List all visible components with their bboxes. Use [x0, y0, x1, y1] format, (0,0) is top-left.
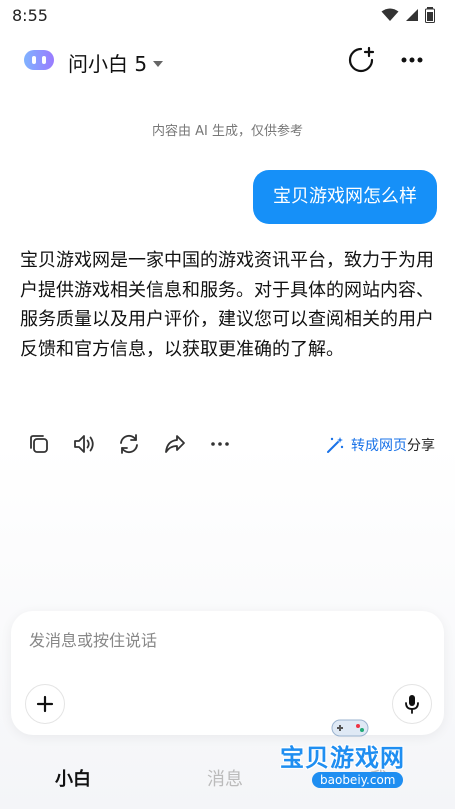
assistant-message: 宝贝游戏网是一家中国的游戏资讯平台，致力于为用户提供游戏相关信息和服务。对于具体…: [20, 250, 434, 360]
tab-messages[interactable]: 消息: [207, 765, 243, 791]
more-actions-icon[interactable]: [207, 431, 233, 457]
status-bar: 8:55: [0, 0, 455, 32]
wifi-icon: [381, 8, 399, 21]
ai-disclaimer: 内容由 AI 生成，仅供参考: [152, 124, 303, 139]
new-chat-icon[interactable]: [347, 46, 375, 74]
signal-icon: [406, 9, 418, 21]
battery-icon: [425, 7, 435, 23]
share-icon[interactable]: [162, 431, 188, 457]
speaker-icon[interactable]: [71, 431, 97, 457]
share-as-webpage-button[interactable]: 转成网页 分享: [325, 435, 435, 455]
regenerate-icon[interactable]: [116, 431, 142, 457]
model-selector[interactable]: 问小白 5: [68, 48, 164, 77]
app-header: 问小白 5: [0, 42, 455, 82]
tab-xiaobai[interactable]: 小白: [55, 765, 91, 791]
status-icons: [381, 7, 435, 23]
message-actions: 转成网页 分享: [26, 431, 441, 461]
watermark-text: 宝贝游戏网: [280, 744, 405, 772]
share-web-label: 转成网页: [351, 438, 407, 454]
share-label: 分享: [407, 438, 435, 454]
status-time: 8:55: [12, 6, 48, 25]
user-message-bubble: 宝贝游戏网怎么样: [253, 170, 437, 224]
watermark: 宝贝游戏网 baobeiy.com: [272, 714, 442, 806]
magic-wand-icon: [327, 437, 344, 453]
more-icon[interactable]: [398, 46, 426, 74]
model-title: 问小白 5: [68, 52, 148, 76]
caret-down-icon: [153, 60, 164, 67]
microphone-icon: [405, 695, 419, 714]
plus-icon: [36, 695, 54, 713]
watermark-url: baobeiy.com: [312, 772, 404, 788]
attach-button[interactable]: [25, 684, 65, 724]
message-input[interactable]: [29, 631, 409, 650]
gamepad-icon: [331, 719, 369, 737]
copy-icon[interactable]: [26, 431, 52, 457]
app-logo-icon: [24, 50, 54, 70]
